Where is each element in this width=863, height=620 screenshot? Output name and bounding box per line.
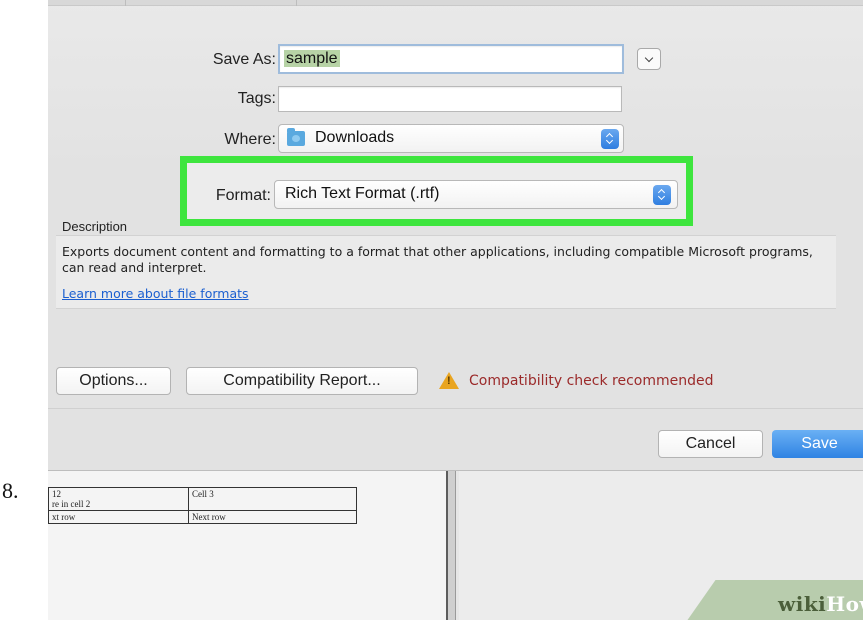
description-box: Exports document content and formatting … [56,235,836,309]
compatibility-report-button[interactable]: Compatibility Report... [186,367,418,395]
document-table: 12 re in cell 2 Cell 3 xt row Next row [48,487,357,524]
window-edge [48,0,863,6]
save-as-field[interactable]: sample [278,44,624,74]
learn-more-link[interactable]: Learn more about file formats [62,286,249,301]
toolbar-divider [296,0,297,6]
options-button[interactable]: Options... [56,367,171,395]
warning-triangle-icon [439,372,459,389]
toolbar-divider [125,0,126,6]
folder-icon [287,128,305,146]
table-row: 12 re in cell 2 Cell 3 [48,487,357,511]
table-cell: Next row [188,510,357,524]
where-popup[interactable]: Downloads [278,124,624,153]
document-page: 12 re in cell 2 Cell 3 xt row Next row [48,471,446,620]
popup-stepper-icon [653,185,671,205]
where-label: Where: [224,131,276,148]
description-text: Exports document content and formatting … [62,244,813,275]
screenshot: Save As: sample Tags: Where: Downloads F… [48,0,863,620]
watermark-logo: wikiHow [778,592,863,616]
page-divider [446,471,456,620]
expand-dialog-button[interactable] [637,48,661,70]
tags-field[interactable] [278,86,622,112]
description-section: Description Exports document content and… [48,210,863,310]
format-popup[interactable]: Rich Text Format (.rtf) [274,180,678,209]
table-cell: 12 re in cell 2 [48,487,189,511]
format-label: Format: [215,187,271,204]
cancel-button[interactable]: Cancel [658,430,763,458]
description-title: Description [62,219,128,234]
compatibility-warning: Compatibility check recommended [469,373,714,389]
save-button[interactable]: Save [772,430,863,458]
table-cell: xt row [48,510,189,524]
table-cell: Cell 3 [188,487,357,511]
watermark-wiki: wiki [778,592,827,616]
format-value: Rich Text Format (.rtf) [285,185,440,202]
tags-label: Tags: [237,90,276,107]
popup-stepper-icon [601,129,619,149]
step-number: 8. [2,478,19,503]
table-row: xt row Next row [48,510,357,524]
save-as-label: Save As: [212,51,276,68]
watermark-how: How [826,592,863,616]
save-dialog: Save As: sample Tags: Where: Downloads F… [48,0,863,470]
where-value: Downloads [315,129,395,146]
filename-text: sample [284,50,340,67]
divider [48,408,863,409]
